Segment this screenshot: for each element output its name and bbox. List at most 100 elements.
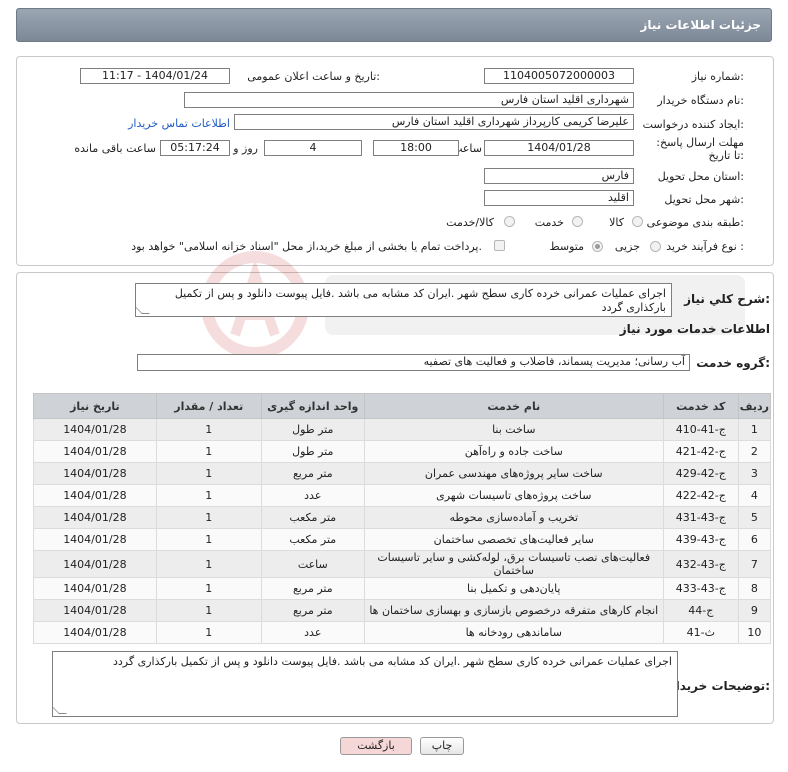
service-code-cell: ج-42-429: [662, 462, 739, 485]
page-header: جزئیات اطلاعات نیاز: [16, 8, 772, 42]
need-date-cell: 1404/01/28: [33, 599, 157, 622]
row-number-cell: 2: [737, 440, 772, 463]
unit-cell: متر مربع: [260, 599, 365, 622]
creator-label: ایجاد کننده درخواست:: [642, 118, 744, 131]
page-title: جزئیات اطلاعات نیاز: [640, 18, 761, 32]
category-goods-label: کالا: [609, 216, 624, 229]
service-code-cell: ج-43-433: [662, 577, 739, 600]
category-goods-radio[interactable]: [632, 216, 643, 227]
deadline-date-field: 1404/01/28: [484, 140, 634, 156]
row-number-cell: 7: [737, 550, 772, 578]
row-number-cell: 8: [737, 577, 772, 600]
service-group-field: آب رسانی؛ مدیریت پسماند، فاضلاب و فعالیت…: [137, 354, 690, 371]
service-name-cell: ساخت جاده و راه‌آهن: [363, 440, 664, 463]
process-minor-radio[interactable]: [650, 241, 661, 252]
city-label: شهر محل تحویل:: [664, 193, 744, 206]
quantity-cell: 1: [155, 621, 262, 644]
creator-field: علیرضا کریمی کارپرداز شهرداری اقلید استا…: [234, 114, 634, 130]
table-row: 9 ج-44 انجام کارهای متفرقه درخصوص بازسازی …: [33, 599, 772, 622]
resize-handle-icon[interactable]: [136, 306, 150, 314]
service-code-cell: ج-41-410: [662, 418, 739, 441]
unit-cell: متر مربع: [260, 577, 365, 600]
row-number-cell: 4: [737, 484, 772, 507]
process-medium-radio[interactable]: [592, 241, 603, 252]
service-name-cell: انجام کارهای متفرقه درخصوص بازسازی و بهس…: [363, 599, 664, 622]
service-name-cell: فعالیت‌های نصب تاسیسات برق، لوله‌کشی و س…: [363, 550, 664, 578]
need-date-cell: 1404/01/28: [33, 550, 157, 578]
need-number-field: 1104005072000003: [484, 68, 634, 84]
need-date-cell: 1404/01/28: [33, 462, 157, 485]
service-name-cell: ساماندهی رودخانه ها: [363, 621, 664, 644]
need-date-cell: 1404/01/28: [33, 484, 157, 507]
service-code-cell: ج-43-439: [662, 528, 739, 551]
category-label: طبقه بندی موضوعی:: [646, 216, 744, 229]
service-name-cell: سایر فعالیت‌های تخصصی ساختمان: [363, 528, 664, 551]
service-name-cell: پایان‌دهی و تکمیل بنا: [363, 577, 664, 600]
col-unit: واحد اندازه گیری: [260, 393, 365, 419]
deadline-label: مهلت ارسال پاسخ: تا تاریخ:: [656, 136, 744, 162]
table-row: 2 ج-42-421 ساخت جاده و راه‌آهن متر طول 1 1404…: [33, 440, 772, 463]
treasury-payment-checkbox[interactable]: [494, 240, 505, 251]
table-row: 1 ج-41-410 ساخت بنا متر طول 1 1404/01/28: [33, 418, 772, 441]
need-date-cell: 1404/01/28: [33, 621, 157, 644]
table-row: 7 ج-43-432 فعالیت‌های نصب تاسیسات برق، لول…: [33, 550, 772, 578]
service-code-cell: ج-42-422: [662, 484, 739, 507]
col-service-code: کد خدمت: [662, 393, 739, 419]
quantity-cell: 1: [155, 599, 262, 622]
table-row: 8 ج-43-433 پایان‌دهی و تکمیل بنا متر مربع 1 1…: [33, 577, 772, 600]
process-medium-label: متوسط: [549, 240, 584, 253]
city-field: اقلید: [484, 190, 634, 206]
need-date-cell: 1404/01/28: [33, 528, 157, 551]
quantity-cell: 1: [155, 484, 262, 507]
quantity-cell: 1: [155, 528, 262, 551]
unit-cell: متر مکعب: [260, 528, 365, 551]
service-group-label: گروه خدمت:: [696, 356, 770, 370]
resize-handle-icon[interactable]: [53, 706, 67, 714]
days-label: روز و: [233, 142, 258, 155]
need-date-cell: 1404/01/28: [33, 577, 157, 600]
table-row: 4 ج-42-422 ساخت پروژه‌های تاسیسات شهری عدد 1…: [33, 484, 772, 507]
category-service-label: خدمت: [534, 216, 564, 229]
service-name-cell: ساخت سایر پروژه‌های مهندسی عمران: [363, 462, 664, 485]
need-date-cell: 1404/01/28: [33, 440, 157, 463]
col-row-number: ردیف: [737, 393, 772, 419]
quantity-cell: 1: [155, 550, 262, 578]
service-name-cell: ساخت پروژه‌های تاسیسات شهری: [363, 484, 664, 507]
need-number-label: شماره نیاز:: [691, 70, 744, 83]
service-code-cell: ج-43-432: [662, 550, 739, 578]
row-number-cell: 3: [737, 462, 772, 485]
row-number-cell: 1: [737, 418, 772, 441]
print-button[interactable]: چاپ: [420, 737, 464, 755]
summary-textarea[interactable]: اجرای عملیات عمرانی خرده کاری سطح شهر .ا…: [135, 283, 672, 317]
table-row: 6 ج-43-439 سایر فعالیت‌های تخصصی ساختمان مت…: [33, 528, 772, 551]
need-date-cell: 1404/01/28: [33, 418, 157, 441]
unit-cell: متر مربع: [260, 462, 365, 485]
table-row: 10 ث-41 ساماندهی رودخانه ها عدد 1 1404/01/28: [33, 621, 772, 644]
process-minor-label: جزیی: [614, 240, 640, 253]
services-table: ردیف کد خدمت نام خدمت واحد اندازه گیری ت…: [33, 393, 772, 644]
unit-cell: متر مکعب: [260, 506, 365, 529]
unit-cell: عدد: [260, 621, 365, 644]
category-service-radio[interactable]: [572, 216, 583, 227]
service-code-cell: ج-44: [662, 599, 739, 622]
row-number-cell: 5: [737, 506, 772, 529]
buyer-org-field: شهرداری اقلید استان فارس: [184, 92, 634, 108]
buyer-contact-link[interactable]: اطلاعات تماس خریدار: [128, 117, 230, 130]
quantity-cell: 1: [155, 506, 262, 529]
service-code-cell: ث-41: [662, 621, 739, 644]
quantity-cell: 1: [155, 462, 262, 485]
buyer-notes-textarea[interactable]: اجرای عملیات عمرانی خرده کاری سطح شهر .ا…: [52, 651, 678, 717]
row-number-cell: 6: [737, 528, 772, 551]
back-button[interactable]: بازگشت: [340, 737, 412, 755]
process-label: نوع فرآیند خرید :: [666, 240, 744, 253]
remaining-label: ساعت باقی مانده: [74, 142, 156, 155]
buyer-notes-text: اجرای عملیات عمرانی خرده کاری سطح شهر .ا…: [113, 655, 672, 668]
announce-field: 1404/01/24 - 11:17: [80, 68, 230, 84]
unit-cell: متر طول: [260, 440, 365, 463]
quantity-cell: 1: [155, 577, 262, 600]
col-service-name: نام خدمت: [363, 393, 664, 419]
service-code-cell: ج-42-421: [662, 440, 739, 463]
remaining-time-field: 05:17:24: [160, 140, 230, 156]
category-goods-service-radio[interactable]: [504, 216, 515, 227]
col-need-date: تاریخ نیاز: [33, 393, 157, 419]
